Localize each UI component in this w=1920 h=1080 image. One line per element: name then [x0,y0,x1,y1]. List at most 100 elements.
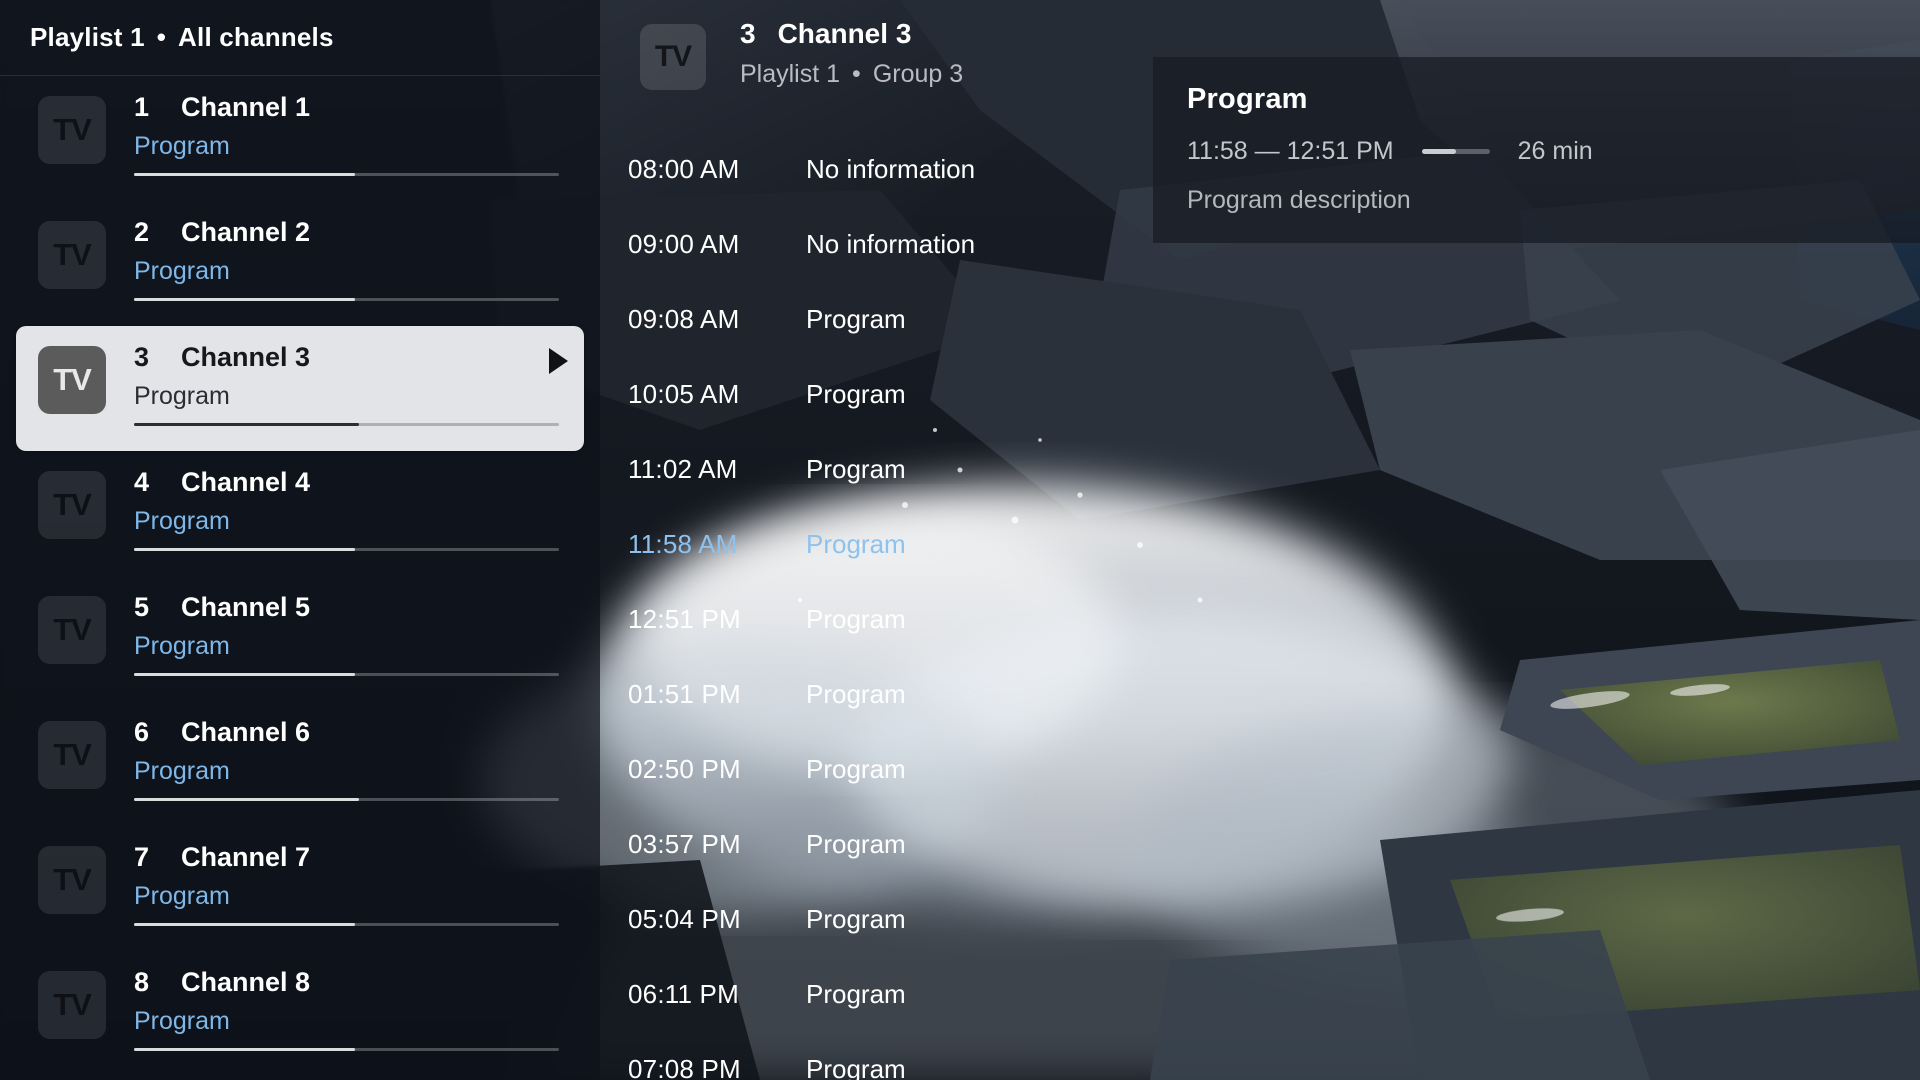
program-start-time: 06:11 PM [628,979,739,1009]
channel-number: 1 [134,92,150,122]
current-group-name: Group 3 [872,60,964,88]
channel-current-program: Program [134,132,230,160]
program-name: Program [806,529,906,559]
channel-title-line: 6 Channel 6 [134,717,562,748]
channel-row[interactable]: TV 1 Channel 1 Program [16,76,584,201]
program-schedule-list[interactable]: 08:00 AM No information 09:00 AM No informa… [628,150,1920,1080]
current-playlist-name: Playlist 1 [740,60,841,88]
channel-number: 3 [134,342,150,372]
channel-number: 4 [134,467,150,497]
tv-logo-icon: TV [38,96,106,164]
program-start-time: 01:51 PM [628,679,741,709]
tv-logo-icon: TV [38,846,106,914]
program-row[interactable]: 02:50 PM Program [628,750,1920,825]
channel-progress-bar [134,1048,559,1051]
tv-logo-label: TV [53,737,92,772]
channel-current-program: Program [134,257,230,285]
channel-name: Channel 4 [181,467,311,497]
channel-sidebar: Playlist 1 • All channels TV 1 Channel 1 Prog… [0,0,600,1080]
current-channel-subtitle: Playlist 1 • Group 3 [740,60,963,89]
channel-row[interactable]: TV 5 Channel 5 Program [16,576,584,701]
program-name: Program [806,604,906,634]
tv-logo-icon: TV [38,596,106,664]
program-row[interactable]: 12:51 PM Program [628,600,1920,675]
channel-title-line: 8 Channel 8 [134,967,562,998]
current-channel-name: Channel 3 [777,18,912,49]
channel-row[interactable]: TV 8 Channel 8 Program [16,951,584,1076]
tv-logo-icon: TV [38,721,106,789]
program-start-time: 03:57 PM [628,829,741,859]
channel-progress-fill [134,798,360,801]
program-row[interactable]: 07:08 PM Program [628,1050,1920,1080]
program-row[interactable]: 11:02 AM Program [628,450,1920,525]
tv-logo-label: TV [53,237,92,272]
program-progress-bar [1421,149,1490,154]
tv-logo-icon: TV [640,24,706,90]
play-arrow-icon[interactable] [549,348,568,374]
channel-row-body: 3 Channel 3 Program [134,340,562,426]
channel-row-body: 6 Channel 6 Program [134,715,562,801]
channel-title-line: 1 Channel 1 [134,92,562,123]
channel-progress-bar [134,798,559,801]
channel-current-program: Program [134,632,230,660]
channel-number: 7 [134,842,150,872]
program-name: Program [806,304,906,334]
program-row[interactable]: 06:11 PM Program [628,975,1920,1050]
channel-current-program: Program [134,757,230,785]
tv-logo-label: TV [53,362,92,397]
channel-progress-bar [134,923,559,926]
channel-name: Channel 8 [181,967,311,997]
program-row[interactable]: 11:58 AM Program [628,525,1920,600]
current-channel-number: 3 [740,18,756,49]
program-progress-fill [1421,149,1456,154]
program-row[interactable]: 03:57 PM Program [628,825,1920,900]
channel-title-line: 5 Channel 5 [134,592,562,623]
program-start-time: 11:02 AM [628,454,738,484]
channel-title-line: 7 Channel 7 [134,842,562,873]
program-row[interactable]: 05:04 PM Program [628,900,1920,975]
channel-name: Channel 7 [181,842,311,872]
program-row[interactable]: 09:08 AM Program [628,300,1920,375]
channel-progress-bar [134,423,559,426]
program-start-time: 09:08 AM [628,304,740,334]
program-title: Program [1187,83,1308,115]
program-name: Program [806,829,906,859]
epg-overlay-screen: Playlist 1 • All channels TV 1 Channel 1 Prog… [0,0,1920,1080]
breadcrumb-separator: • [156,22,167,52]
tv-logo-label: TV [53,112,92,147]
channel-row[interactable]: TV 2 Channel 2 Program [16,201,584,326]
channel-progress-fill [134,173,355,176]
current-channel-header: TV 3 Channel 3 Playlist 1 • Group 3 [640,18,963,90]
channel-list[interactable]: TV 1 Channel 1 Program TV 2 Channel 2 Program TV… [0,76,600,1080]
tv-logo-label: TV [654,40,692,73]
channel-title-line: 3 Channel 3 [134,342,562,373]
channel-progress-fill [134,673,355,676]
channel-row[interactable]: TV 4 Channel 4 Program [16,451,584,576]
channel-row-body: 5 Channel 5 Program [134,590,562,676]
program-name: Program [806,754,906,784]
tv-logo-icon: TV [38,221,106,289]
program-start-time: 10:05 AM [628,379,740,409]
program-name: Program [806,904,906,934]
program-remaining-duration: 26 min [1517,137,1593,165]
channel-row-body: 4 Channel 4 Program [134,465,562,551]
channel-progress-fill [134,548,355,551]
channel-current-program: Program [134,382,230,410]
subtitle-separator: • [852,60,861,88]
program-row[interactable]: 10:05 AM Program [628,375,1920,450]
channel-title-line: 4 Channel 4 [134,467,562,498]
program-start-time: 02:50 PM [628,754,741,784]
channel-row[interactable]: TV 7 Channel 7 Program [16,826,584,951]
channel-name: Channel 6 [181,717,311,747]
channel-progress-fill [134,923,355,926]
tv-logo-icon: TV [38,471,106,539]
program-row[interactable]: 01:51 PM Program [628,675,1920,750]
program-name: Program [806,379,906,409]
channel-row[interactable]: TV 3 Channel 3 Program [16,326,584,451]
channel-row-body: 7 Channel 7 Program [134,840,562,926]
program-time-range: 11:58 — 12:51 PM [1187,137,1394,165]
channel-progress-bar [134,173,559,176]
program-name: No information [806,229,976,259]
channel-row[interactable]: TV 6 Channel 6 Program [16,701,584,826]
program-start-time: 05:04 PM [628,904,741,934]
